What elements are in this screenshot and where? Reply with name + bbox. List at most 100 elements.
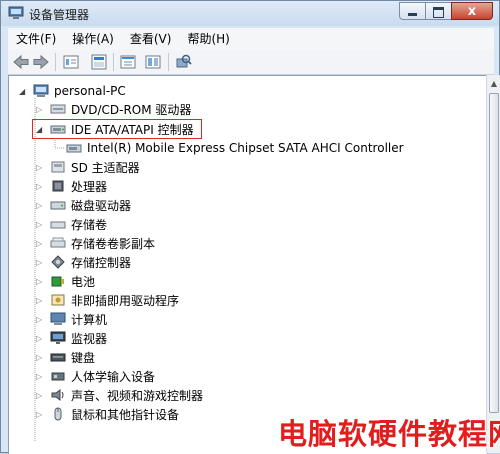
close-button[interactable]: x xyxy=(451,2,493,20)
tree-item-nonpnp[interactable]: ▷ 非即插即用驱动程序 xyxy=(36,291,179,309)
expand-arrow-icon[interactable]: ▷ xyxy=(36,410,45,419)
ide-controller-icon xyxy=(50,125,66,134)
tree-item-label: 存储控制器 xyxy=(71,255,132,270)
tree-item-sound[interactable]: ▷ 声音、视频和游戏控制器 xyxy=(36,386,203,404)
tree-item-label: 存储卷卷影副本 xyxy=(71,236,156,251)
expand-arrow-icon[interactable]: ▷ xyxy=(36,105,45,114)
back-icon[interactable] xyxy=(12,53,30,71)
storage-volume-icon xyxy=(50,221,66,229)
expand-arrow-icon[interactable]: ▷ xyxy=(36,258,45,267)
menu-file[interactable]: 文件(F) xyxy=(8,28,64,50)
expand-arrow-icon[interactable]: ▷ xyxy=(36,277,45,286)
view-icon[interactable] xyxy=(119,53,137,71)
tree-item-sd[interactable]: ▷ SD 主适配器 xyxy=(36,158,140,176)
menu-bar: 文件(F) 操作(A) 查看(V) 帮助(H) xyxy=(8,28,494,51)
tree-item-label: DVD/CD-ROM 驱动器 xyxy=(71,102,192,117)
tree-item-label: 磁盘驱动器 xyxy=(71,198,132,213)
expand-arrow-icon[interactable]: ▷ xyxy=(36,296,45,305)
properties-icon[interactable] xyxy=(62,53,80,71)
expand-arrow-icon[interactable]: ◢ xyxy=(19,87,28,96)
tree-item-volume[interactable]: ▷ 存储卷 xyxy=(36,215,107,233)
dvd-drive-icon xyxy=(50,104,66,114)
tree-root[interactable]: ◢ personal-PC xyxy=(19,82,126,100)
tree-item-label: 非即插即用驱动程序 xyxy=(71,293,180,308)
sound-icon xyxy=(51,389,64,401)
scan-hardware-icon[interactable] xyxy=(174,53,192,71)
tree-item-mouse[interactable]: ▷ 鼠标和其他指针设备 xyxy=(36,405,179,423)
tree-item-label: 电池 xyxy=(71,274,96,289)
battery-icon xyxy=(51,276,64,287)
minimize-icon xyxy=(408,13,417,16)
keyboard-icon xyxy=(50,353,66,362)
tree-item-label: 监视器 xyxy=(71,331,108,346)
expand-arrow-icon[interactable]: ▷ xyxy=(36,353,45,362)
help-icon[interactable] xyxy=(90,53,108,71)
expand-arrow-icon[interactable]: ▷ xyxy=(36,163,45,172)
computer-icon xyxy=(50,312,66,325)
scroll-up-icon[interactable]: ▲ xyxy=(488,77,500,91)
toolbar-separator xyxy=(113,53,114,71)
close-icon: x xyxy=(467,4,477,19)
disk-drive-icon xyxy=(50,201,66,210)
tree-item-shadow[interactable]: ▷ 存储卷卷影副本 xyxy=(36,234,155,252)
window-title: 设备管理器 xyxy=(29,8,90,22)
tree-item-monitor[interactable]: ▷ 监视器 xyxy=(36,329,107,347)
device-manager-window: 设备管理器 x 文件(F) 操作(A) 查看(V) 帮助(H) ◢ person… xyxy=(0,0,500,454)
tree-item-label: 人体学输入设备 xyxy=(71,369,156,384)
expand-arrow-icon[interactable]: ▷ xyxy=(36,372,45,381)
toolbar xyxy=(8,50,494,75)
tree-item-label: 存储卷 xyxy=(71,217,108,232)
tree-item-processor[interactable]: ▷ 处理器 xyxy=(36,177,107,195)
device-tree[interactable]: ◢ personal-PC ▷ DVD/CD-ROM 驱动器 ◢ IDE ATA… xyxy=(8,75,488,454)
watermark-text: 电脑软硬件教程网 xyxy=(278,417,500,451)
tree-item-keyboard[interactable]: ▷ 键盘 xyxy=(36,348,95,366)
menu-view[interactable]: 查看(V) xyxy=(122,28,180,50)
tree-child-sata[interactable]: Intel(R) Mobile Express Chipset SATA AHC… xyxy=(66,139,404,157)
expand-arrow-icon[interactable]: ▷ xyxy=(36,201,45,210)
scroll-thumb[interactable] xyxy=(489,93,499,413)
tree-item-label: 键盘 xyxy=(71,350,96,365)
monitor-icon xyxy=(50,331,66,344)
mouse-icon xyxy=(54,407,62,421)
forward-icon[interactable] xyxy=(32,53,50,71)
window-controls: x xyxy=(399,2,493,21)
tree-item-computer[interactable]: ▷ 计算机 xyxy=(36,310,107,328)
menu-action[interactable]: 操作(A) xyxy=(64,28,122,50)
controller-device-icon xyxy=(66,144,82,153)
vertical-scrollbar[interactable]: ▲ xyxy=(486,75,500,453)
tree-item-label: 鼠标和其他指针设备 xyxy=(71,407,180,422)
tree-item-hid[interactable]: ▷ 人体学输入设备 xyxy=(36,367,155,385)
maximize-icon xyxy=(433,7,444,18)
sd-host-icon xyxy=(51,161,65,173)
expand-arrow-icon[interactable]: ▷ xyxy=(36,391,45,400)
tree-item-label: IDE ATA/ATAPI 控制器 xyxy=(71,122,194,137)
tree-item-battery[interactable]: ▷ 电池 xyxy=(36,272,95,290)
tree-item-dvd[interactable]: ▷ DVD/CD-ROM 驱动器 xyxy=(36,100,191,118)
minimize-button[interactable] xyxy=(399,2,425,20)
tree-item-label: 计算机 xyxy=(71,312,108,327)
processor-icon xyxy=(52,180,64,192)
title-bar[interactable]: 设备管理器 x xyxy=(1,1,499,26)
tree-root-label: personal-PC xyxy=(54,84,126,98)
shadow-copy-icon xyxy=(50,237,66,248)
expand-arrow-icon[interactable]: ◢ xyxy=(36,125,45,134)
tree-child-label: Intel(R) Mobile Express Chipset SATA AHC… xyxy=(87,141,404,155)
tree-item-label: 声音、视频和游戏控制器 xyxy=(71,388,204,403)
expand-arrow-icon[interactable]: ▷ xyxy=(36,239,45,248)
toolbar-separator xyxy=(55,53,56,71)
expand-arrow-icon[interactable]: ▷ xyxy=(36,182,45,191)
menu-help[interactable]: 帮助(H) xyxy=(179,28,237,50)
expand-arrow-icon[interactable]: ▷ xyxy=(36,315,45,324)
computer-icon xyxy=(33,84,49,97)
device-manager-icon xyxy=(8,6,24,19)
non-pnp-driver-icon xyxy=(51,294,65,306)
maximize-button[interactable] xyxy=(425,2,451,20)
toolbar-separator xyxy=(168,53,169,71)
tree-item-disk[interactable]: ▷ 磁盘驱动器 xyxy=(36,196,131,214)
expand-arrow-icon[interactable]: ▷ xyxy=(36,334,45,343)
tree-item-storage-ctrl[interactable]: ▷ 存储控制器 xyxy=(36,253,131,271)
expand-arrow-icon[interactable]: ▷ xyxy=(36,220,45,229)
tree-item-ide[interactable]: ◢ IDE ATA/ATAPI 控制器 xyxy=(36,120,194,138)
tree-item-label: SD 主适配器 xyxy=(71,160,140,175)
list-view-icon[interactable] xyxy=(144,53,162,71)
